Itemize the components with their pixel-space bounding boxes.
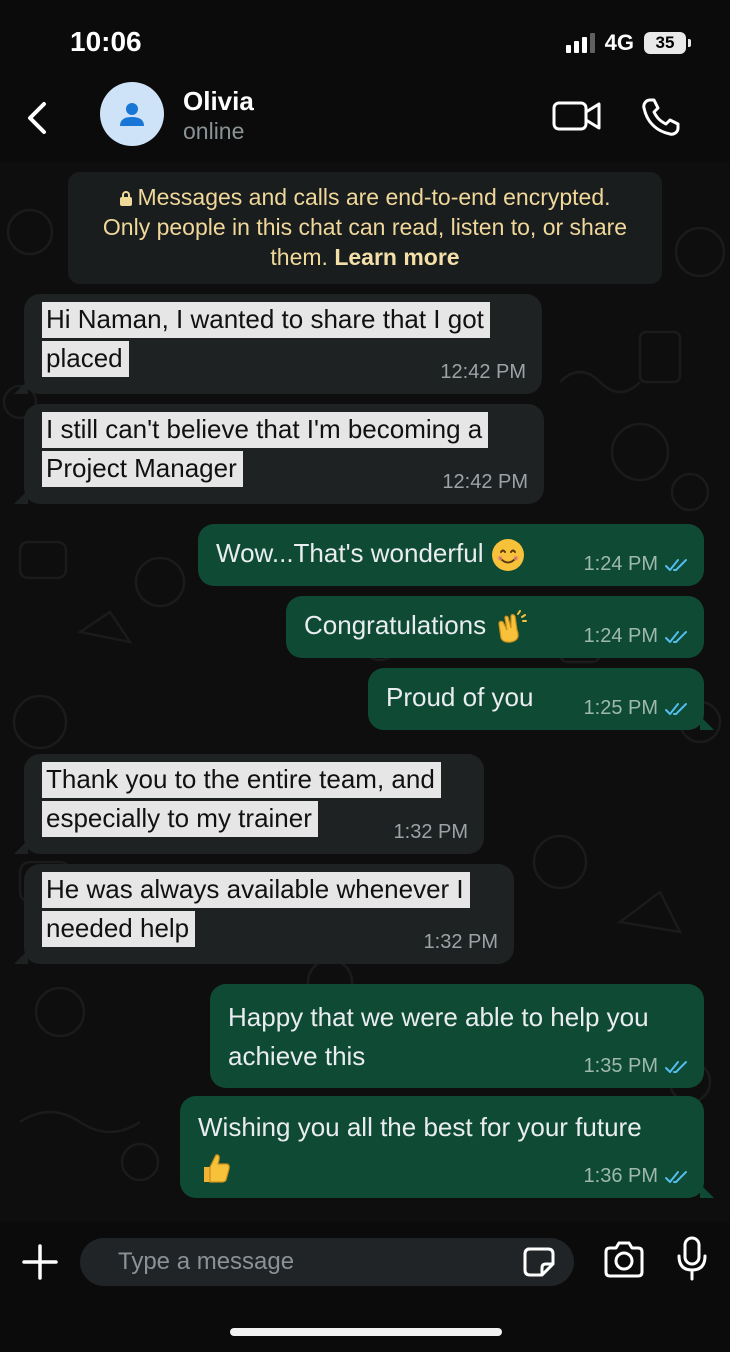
avatar[interactable] — [100, 82, 164, 146]
message-time: 1:32 PM — [423, 931, 498, 953]
battery-icon: 35 — [644, 32, 691, 54]
encryption-line-1: Messages and calls are end-to-end encryp… — [137, 184, 611, 210]
read-receipt-icon — [665, 558, 687, 571]
camera-icon[interactable] — [602, 1240, 646, 1280]
read-receipt-icon — [665, 1060, 687, 1073]
thumbs-up-emoji — [204, 1154, 230, 1183]
network-type: 4G — [604, 30, 634, 55]
video-call-icon[interactable] — [552, 98, 602, 134]
message-bubble-outgoing[interactable]: Congratulations 1:24 PM — [286, 596, 704, 658]
contact-name[interactable]: Olivia — [183, 86, 254, 117]
read-receipt-icon — [665, 702, 687, 715]
smiling-face-emoji — [491, 539, 524, 572]
status-time: 10:06 — [70, 26, 142, 57]
message-time: 12:42 PM — [440, 361, 526, 383]
message-bubble-outgoing[interactable]: Wishing you all the best for your future… — [180, 1096, 714, 1198]
message-time: 1:36 PM — [583, 1165, 658, 1187]
status-bar: 10:06 4G 35 — [0, 0, 730, 76]
status-indicators: 4G 35 — [565, 30, 691, 56]
composer-bar — [0, 1222, 730, 1352]
message-text: Thank you to the entire team, and — [42, 762, 441, 798]
encryption-line-2: Only people in this chat can read, liste… — [102, 214, 628, 240]
message-text: achieve this — [228, 1041, 366, 1071]
message-input[interactable] — [118, 1238, 498, 1286]
message-text: Congratulations — [304, 610, 487, 640]
message-bubble-incoming[interactable]: Thank you to the entire team, and especia… — [14, 754, 484, 854]
encryption-notice[interactable]: Messages and calls are end-to-end encryp… — [68, 172, 662, 284]
message-text: needed help — [42, 911, 196, 947]
message-bubble-incoming[interactable]: Hi Naman, I wanted to share that I got pl… — [14, 294, 542, 394]
message-bubble-incoming[interactable]: I still can't believe that I'm becoming … — [14, 404, 544, 504]
message-text: Project Manager — [42, 451, 243, 487]
chat-header: Olivia online — [0, 76, 730, 162]
plus-icon[interactable] — [20, 1242, 60, 1282]
home-indicator — [230, 1328, 502, 1336]
phone-call-icon[interactable] — [640, 96, 682, 138]
read-receipt-icon — [665, 1170, 687, 1183]
back-arrow-icon[interactable] — [20, 96, 56, 140]
message-time: 12:42 PM — [442, 471, 528, 493]
message-text: Happy that we were able to help you — [228, 1002, 649, 1032]
message-text: I still can't believe that I'm becoming … — [42, 412, 489, 448]
message-text: Proud of you — [386, 682, 534, 712]
clapping-hands-emoji — [498, 610, 528, 643]
message-text: Wishing you all the best for your future — [198, 1112, 642, 1142]
read-receipt-icon — [665, 630, 687, 643]
message-time: 1:24 PM — [583, 625, 658, 647]
person-icon — [120, 103, 144, 126]
signal-strength-icon — [565, 33, 595, 53]
learn-more-link[interactable]: Learn more — [334, 244, 459, 270]
contact-status: online — [183, 118, 245, 144]
message-input-container[interactable] — [80, 1238, 574, 1286]
message-bubble-outgoing[interactable]: Happy that we were able to help you achie… — [210, 984, 704, 1088]
message-bubble-outgoing[interactable]: Proud of you 1:25 PM — [368, 668, 714, 730]
lock-icon — [120, 191, 133, 206]
message-text: He was always available whenever I — [42, 872, 470, 908]
chat-area[interactable]: Messages and calls are end-to-end encryp… — [0, 162, 730, 1222]
message-text: especially to my trainer — [42, 801, 318, 837]
sticker-icon[interactable] — [522, 1246, 556, 1278]
message-bubble-outgoing[interactable]: Wow...That's wonderful 1:24 PM — [198, 524, 704, 586]
microphone-icon[interactable] — [676, 1236, 708, 1282]
message-text: placed — [42, 341, 129, 377]
message-time: 1:25 PM — [583, 697, 658, 719]
message-time: 1:35 PM — [583, 1055, 658, 1077]
message-bubble-incoming[interactable]: He was always available whenever Ineeded… — [14, 864, 514, 964]
message-text: Wow...That's wonderful — [216, 538, 484, 568]
message-text: Hi Naman, I wanted to share that I got — [42, 302, 490, 338]
message-time: 1:24 PM — [583, 553, 658, 575]
message-time: 1:32 PM — [393, 821, 468, 843]
encryption-line-3: them. — [270, 244, 328, 270]
